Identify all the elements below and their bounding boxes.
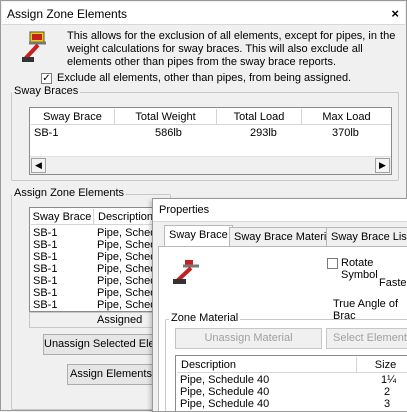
- assign-zone-table[interactable]: Sway Brace Description SB-1 Pipe, Sched …: [29, 207, 169, 312]
- table-row-cell[interactable]: 1¼: [381, 374, 396, 386]
- properties-titlebar: Properties: [153, 199, 407, 222]
- exclude-elements-label: Exclude all elements, other than pipes, …: [57, 72, 352, 84]
- table-row-cell[interactable]: 370lb: [332, 127, 359, 139]
- scroll-right-icon[interactable]: ▶: [375, 158, 390, 173]
- table-row-cell[interactable]: SB-1: [33, 239, 57, 251]
- table-row-cell[interactable]: Pipe, Sched: [97, 227, 156, 239]
- sway-brace-tab-panel: Rotate Symbol Faster True Angle of Brac …: [158, 246, 407, 411]
- col-header-total-load[interactable]: Total Load: [217, 109, 302, 125]
- scroll-left-icon[interactable]: ◀: [31, 158, 46, 173]
- sway-brace-icon: [22, 31, 46, 62]
- table-row-cell[interactable]: SB-1: [33, 287, 57, 299]
- table-row-cell[interactable]: Pipe, Sched: [97, 275, 156, 287]
- properties-window: Properties Sway Brace Sway Brace Materia…: [152, 198, 407, 412]
- table-row-cell[interactable]: SB-1: [33, 227, 57, 239]
- zone-material-group-label: Zone Material: [169, 312, 241, 324]
- horizontal-scrollbar[interactable]: ◀ ▶: [30, 156, 391, 174]
- properties-title: Properties: [159, 204, 210, 216]
- col-header-sway-brace[interactable]: Sway Brace: [31, 209, 94, 225]
- table-row-cell[interactable]: SB-1: [33, 251, 57, 263]
- rotate-symbol-checkbox[interactable]: [327, 258, 338, 269]
- table-row-cell[interactable]: Pipe, Sched: [97, 239, 156, 251]
- sway-braces-table[interactable]: Sway Brace Total Weight Total Load Max L…: [29, 107, 392, 175]
- tab-sway-brace[interactable]: Sway Brace: [164, 225, 233, 247]
- assign-zone-group-label: Assign Zone Elements: [12, 187, 127, 199]
- table-row-cell[interactable]: Pipe, Sched: [97, 287, 156, 299]
- table-row-cell[interactable]: 293lb: [250, 127, 277, 139]
- table-row-cell[interactable]: 2: [384, 386, 390, 398]
- table-row-cell[interactable]: Pipe, Sched: [97, 299, 156, 311]
- assign-zone-elements-dialog: Assign Zone Elements × This allows for t…: [0, 0, 407, 412]
- sway-brace-icon: [173, 260, 199, 284]
- unassign-selected-button[interactable]: Unassign Selected Eler: [43, 334, 155, 355]
- col-header-description[interactable]: Description: [177, 357, 357, 373]
- info-text: This allows for the exclusion of all ele…: [67, 30, 396, 68]
- col-header-max-load[interactable]: Max Load: [302, 109, 391, 125]
- table-row-cell[interactable]: 586lb: [155, 127, 182, 139]
- select-elements-button[interactable]: Select Elements in: [326, 328, 407, 349]
- table-row-cell[interactable]: SB-1: [34, 127, 58, 139]
- table-row-cell[interactable]: SB-1: [33, 275, 57, 287]
- col-header-size[interactable]: Size: [357, 357, 407, 373]
- table-row-cell[interactable]: Pipe, Sched: [97, 263, 156, 275]
- table-row-cell[interactable]: SB-1: [33, 263, 57, 275]
- assigned-label: Assigned: [97, 314, 143, 326]
- table-row-cell[interactable]: Pipe, Schedule 40: [180, 374, 269, 386]
- assign-elements-button[interactable]: Assign Elements: [67, 364, 155, 385]
- table-row-cell[interactable]: Pipe, Schedule 40: [180, 386, 269, 398]
- table-row-cell[interactable]: 3: [384, 398, 390, 410]
- assigned-footer: Assigned: [29, 312, 169, 328]
- tab-sway-brace-material[interactable]: Sway Brace Material: [229, 227, 340, 247]
- exclude-elements-checkbox[interactable]: ✓: [41, 73, 52, 84]
- col-header-total-weight[interactable]: Total Weight: [115, 109, 217, 125]
- zone-material-table[interactable]: Description Size Pipe, Schedule 40 1¼ Pi…: [175, 355, 407, 411]
- dialog-titlebar: Assign Zone Elements ×: [2, 2, 405, 25]
- dialog-title: Assign Zone Elements: [7, 7, 128, 21]
- fasten-label: Faster: [379, 277, 407, 289]
- tab-sway-brace-listing[interactable]: Sway Brace Listing: [326, 227, 407, 247]
- sway-braces-group-label: Sway Braces: [12, 85, 81, 97]
- table-row-cell[interactable]: Pipe, Sched: [97, 251, 156, 263]
- unassign-material-button[interactable]: Unassign Material: [175, 328, 322, 349]
- col-header-sway-brace[interactable]: Sway Brace: [31, 109, 115, 125]
- table-row-cell[interactable]: Pipe, Schedule 40: [180, 398, 269, 410]
- close-button[interactable]: ×: [391, 6, 399, 21]
- table-row-cell[interactable]: SB-1: [33, 299, 57, 311]
